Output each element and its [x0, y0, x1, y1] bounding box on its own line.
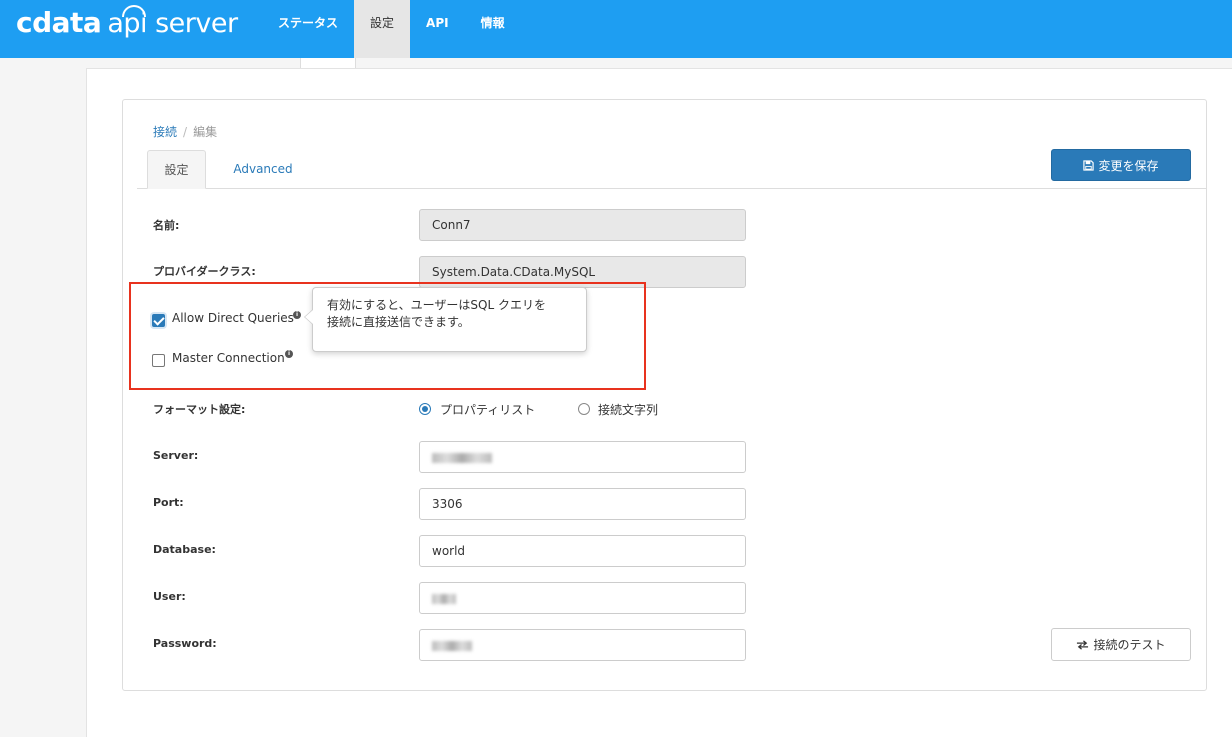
redacted-value [432, 452, 492, 463]
test-connection-label: 接続のテスト [1093, 638, 1166, 652]
top-navbar: cdata api server ステータス 設定 API 情報 [0, 0, 1232, 58]
nav-api[interactable]: API [410, 0, 465, 58]
redacted-value [432, 640, 472, 651]
breadcrumb: 接続 / 編集 [153, 125, 218, 139]
name-field[interactable]: Conn7 [419, 209, 746, 241]
info-icon[interactable]: i [293, 311, 301, 319]
provider-label: プロバイダークラス: [153, 265, 256, 278]
server-field[interactable] [419, 441, 746, 473]
redacted-value [432, 593, 456, 604]
save-button[interactable]: 変更を保存 [1051, 149, 1191, 181]
nav-status[interactable]: ステータス [262, 0, 354, 58]
user-label: User: [153, 590, 186, 603]
password-field[interactable] [419, 629, 746, 661]
user-field[interactable] [419, 582, 746, 614]
arrows-exchange-icon [1077, 639, 1089, 650]
header-strip [0, 58, 1232, 68]
master-connection-checkbox[interactable] [152, 354, 165, 367]
test-connection-button[interactable]: 接続のテスト [1051, 628, 1191, 661]
breadcrumb-current: 編集 [193, 125, 218, 139]
allow-direct-queries-checkbox[interactable] [152, 314, 165, 327]
tooltip: 有効にすると、ユーザーはSQL クエリを 接続に直接送信できます。 [304, 287, 587, 352]
breadcrumb-connections-link[interactable]: 接続 [153, 125, 177, 139]
format-connection-string-radio[interactable] [578, 403, 590, 415]
master-connection-label[interactable]: Master Connection [172, 351, 285, 365]
password-label: Password: [153, 637, 217, 650]
tab-settings[interactable]: 設定 [147, 150, 206, 189]
format-property-list-label[interactable]: プロパティリスト [440, 401, 535, 418]
server-label: Server: [153, 449, 199, 462]
tab-advanced[interactable]: Advanced [222, 150, 304, 189]
nav-settings[interactable]: 設定 [354, 0, 411, 58]
port-label: Port: [153, 496, 184, 509]
format-connection-string-label[interactable]: 接続文字列 [598, 401, 658, 418]
info-icon[interactable]: i [285, 350, 293, 358]
nav-info[interactable]: 情報 [465, 0, 521, 58]
floppy-icon [1083, 159, 1095, 171]
port-field[interactable]: 3306 [419, 488, 746, 520]
database-field[interactable]: world [419, 535, 746, 567]
format-label: フォーマット設定: [153, 403, 246, 416]
main-nav: ステータス 設定 API 情報 [262, 0, 521, 58]
cdata-logo[interactable]: cdata api server [16, 5, 238, 39]
save-button-label: 変更を保存 [1098, 158, 1159, 173]
name-label: 名前: [153, 219, 180, 232]
cloud-icon [122, 5, 146, 17]
format-property-list-radio[interactable] [419, 403, 431, 415]
database-label: Database: [153, 543, 216, 556]
allow-direct-queries-label[interactable]: Allow Direct Queries [172, 311, 294, 325]
